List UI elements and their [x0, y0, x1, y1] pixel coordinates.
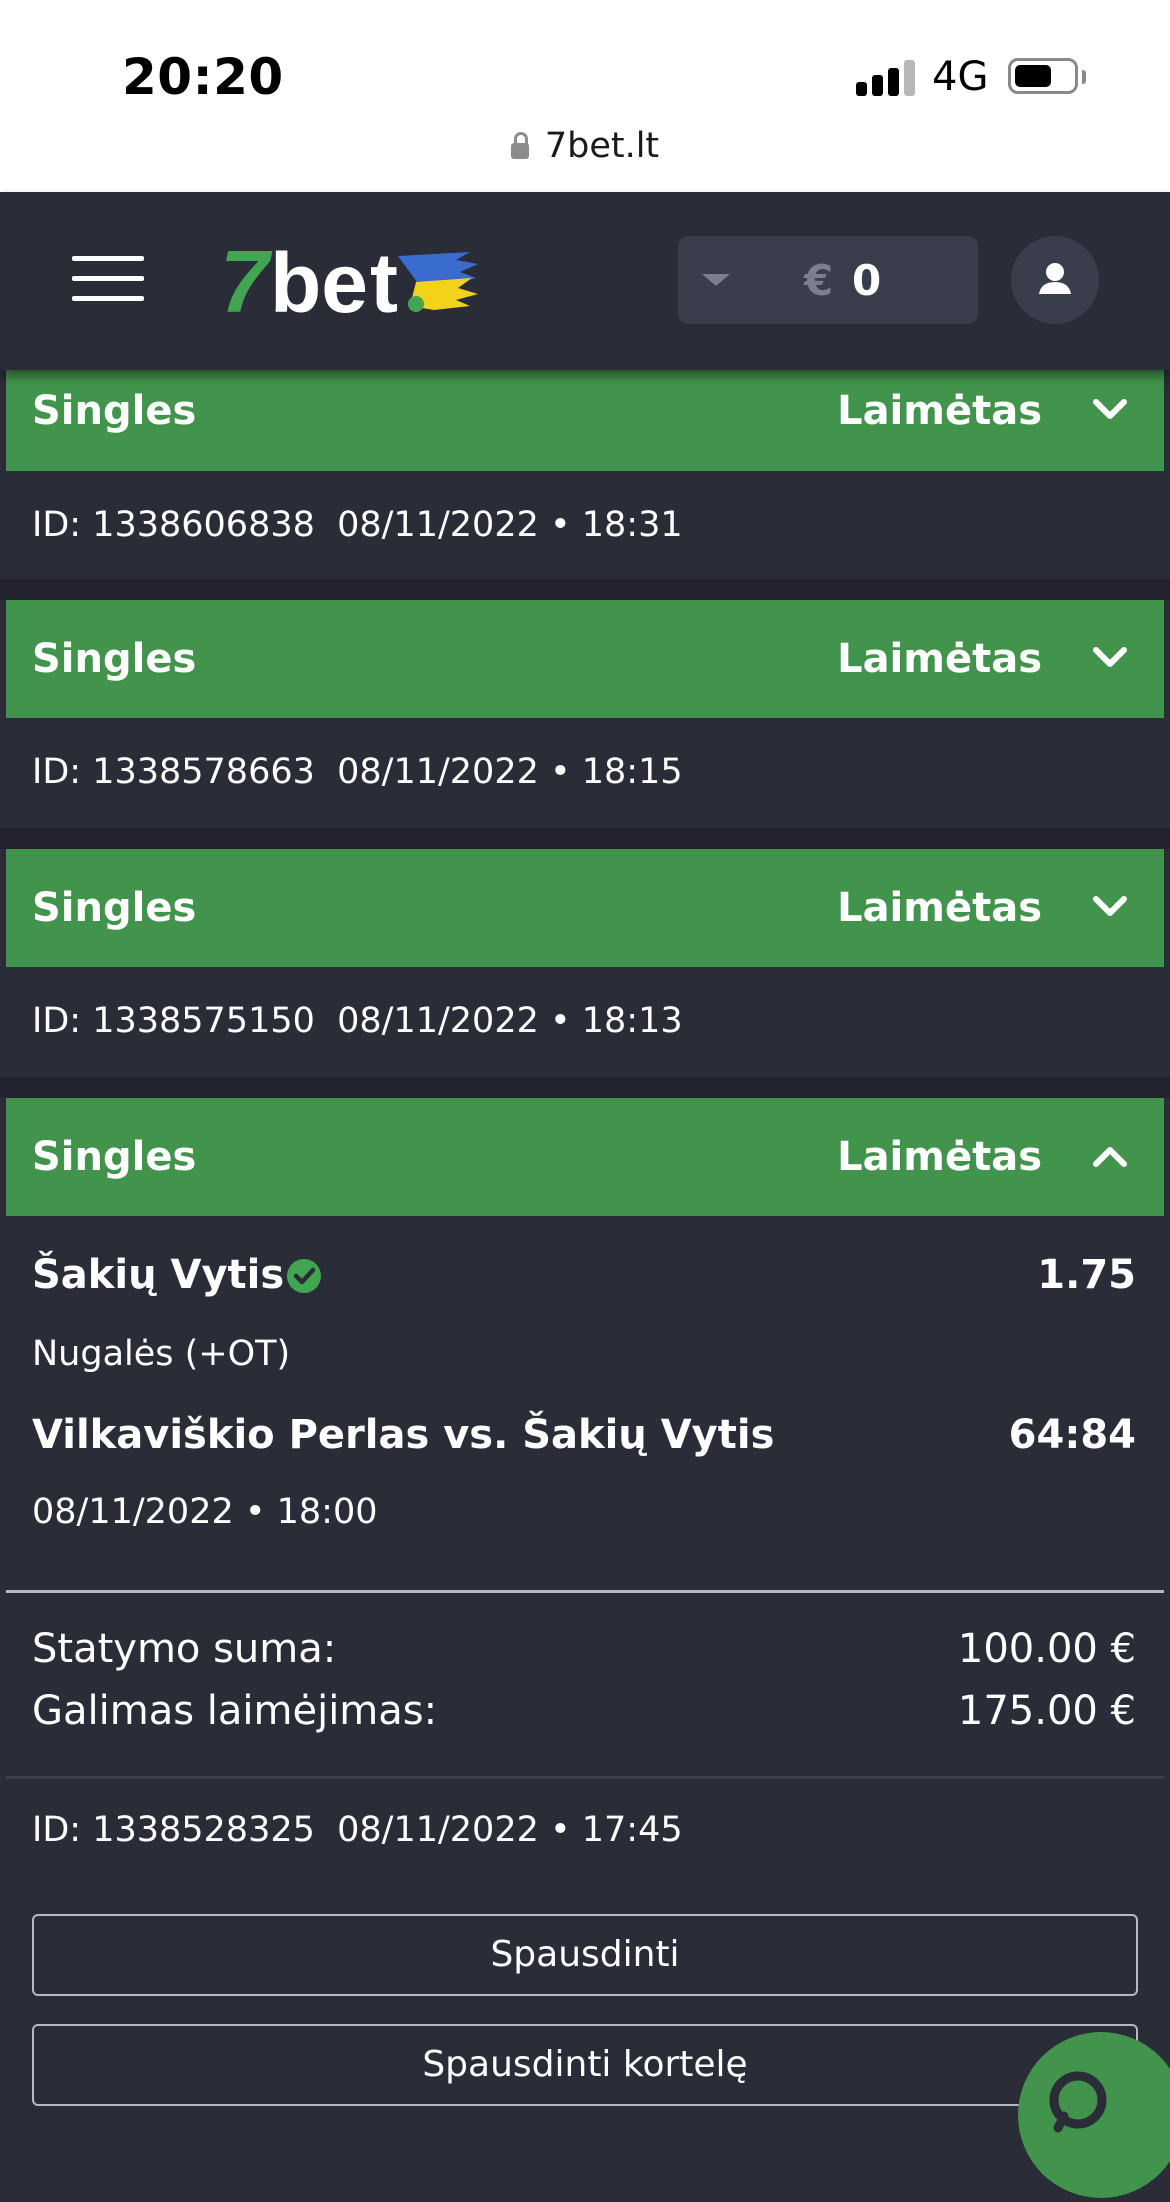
- bet-header[interactable]: Singles Laimėtas: [6, 600, 1164, 718]
- signal-icon: [856, 60, 916, 96]
- bet-status: Laimėtas: [837, 885, 1042, 931]
- match-name: Vilkaviškio Perlas vs. Šakių Vytis: [32, 1412, 775, 1458]
- bet-status: Laimėtas: [837, 388, 1042, 434]
- potential-win-value: 175.00 €: [957, 1688, 1136, 1734]
- divider: [0, 828, 1170, 849]
- menu-icon[interactable]: [72, 256, 144, 302]
- bet-body: Šakių Vytis 1.75 Nugalės (+OT) Vilkavišk…: [6, 1216, 1164, 2125]
- bet-header[interactable]: Singles Laimėtas: [6, 1098, 1164, 1216]
- bet-id-line: ID: 1338606838 08/11/2022 • 18:31: [32, 505, 683, 545]
- bet-body: ID: 1338575150 08/11/2022 • 18:13: [6, 967, 1164, 1077]
- bet-id-line: ID: 1338575150 08/11/2022 • 18:13: [32, 1001, 683, 1041]
- svg-text:t: t: [370, 236, 398, 326]
- status-time: 20:20: [122, 48, 284, 106]
- status-bar: 20:20 4G 7bet.lt: [0, 0, 1170, 192]
- bet-type: Singles: [32, 388, 197, 434]
- url-text: 7bet.lt: [544, 126, 660, 166]
- bet-type: Singles: [32, 1134, 197, 1180]
- svg-text:be: be: [270, 236, 368, 326]
- bet-body: ID: 1338606838 08/11/2022 • 18:31: [6, 471, 1164, 579]
- balance-amount: 0: [852, 256, 882, 305]
- user-account-button[interactable]: [1011, 236, 1099, 324]
- bet-card: Singles Laimėtas ID: 1338606838 08/11/20…: [6, 370, 1164, 579]
- bet-header[interactable]: Singles Laimėtas: [6, 370, 1164, 471]
- selection-market: Nugalės (+OT): [32, 1334, 291, 1374]
- match-score: 64:84: [1008, 1412, 1136, 1458]
- chat-bubble-icon: [1049, 2071, 1107, 2133]
- lock-icon: [510, 132, 529, 159]
- selection-odds: 1.75: [1037, 1252, 1136, 1298]
- bet-id-line: ID: 1338578663 08/11/2022 • 18:15: [32, 752, 683, 792]
- bet-status: Laimėtas: [837, 1134, 1042, 1180]
- bet-card: Singles Laimėtas ID: 1338578663 08/11/20…: [6, 600, 1164, 828]
- bet-status: Laimėtas: [837, 636, 1042, 682]
- stake-value: 100.00 €: [957, 1626, 1136, 1672]
- user-icon: [1039, 263, 1071, 294]
- bet-header[interactable]: Singles Laimėtas: [6, 849, 1164, 967]
- svg-text:7: 7: [220, 236, 273, 326]
- logo-graphic: 7 be t: [220, 232, 478, 331]
- brand-logo[interactable]: 7 be t: [220, 232, 480, 331]
- network-type: 4G: [932, 54, 989, 100]
- print-card-button[interactable]: Spausdinti kortelę: [32, 2024, 1138, 2106]
- battery-cap: [1082, 70, 1086, 84]
- chat-button[interactable]: [1018, 2032, 1170, 2198]
- bet-id-line: ID: 1338528325 08/11/2022 • 17:45: [32, 1810, 683, 1850]
- stake-label: Statymo suma:: [32, 1626, 337, 1672]
- chevron-down-icon[interactable]: [1092, 640, 1128, 676]
- print-button[interactable]: Spausdinti: [32, 1914, 1138, 1996]
- bet-type: Singles: [32, 885, 197, 931]
- balance-selector[interactable]: € 0: [678, 236, 978, 324]
- bet-card-expanded: Singles Laimėtas Šakių Vytis 1.75 Nugalė…: [6, 1098, 1164, 2125]
- potential-win-label: Galimas laimėjimas:: [32, 1688, 438, 1734]
- section-divider: [6, 1776, 1164, 1779]
- bet-type: Singles: [32, 636, 197, 682]
- chevron-up-icon[interactable]: [1092, 1138, 1128, 1174]
- address-bar[interactable]: 7bet.lt: [0, 126, 1170, 166]
- caret-down-icon: [702, 274, 730, 286]
- battery-icon: [1008, 58, 1078, 94]
- section-divider: [6, 1590, 1164, 1593]
- chevron-down-icon[interactable]: [1092, 392, 1128, 428]
- bet-body: ID: 1338578663 08/11/2022 • 18:15: [6, 718, 1164, 828]
- divider: [0, 1077, 1170, 1098]
- divider: [0, 579, 1170, 600]
- balance-currency: €: [804, 256, 834, 305]
- bet-card: Singles Laimėtas ID: 1338575150 08/11/20…: [6, 849, 1164, 1077]
- check-circle-icon: [287, 1259, 321, 1293]
- selection-name: Šakių Vytis: [32, 1252, 285, 1298]
- match-date: 08/11/2022 • 18:00: [32, 1492, 378, 1532]
- site-header: 7 be t € 0: [0, 192, 1170, 370]
- chevron-down-icon[interactable]: [1092, 889, 1128, 925]
